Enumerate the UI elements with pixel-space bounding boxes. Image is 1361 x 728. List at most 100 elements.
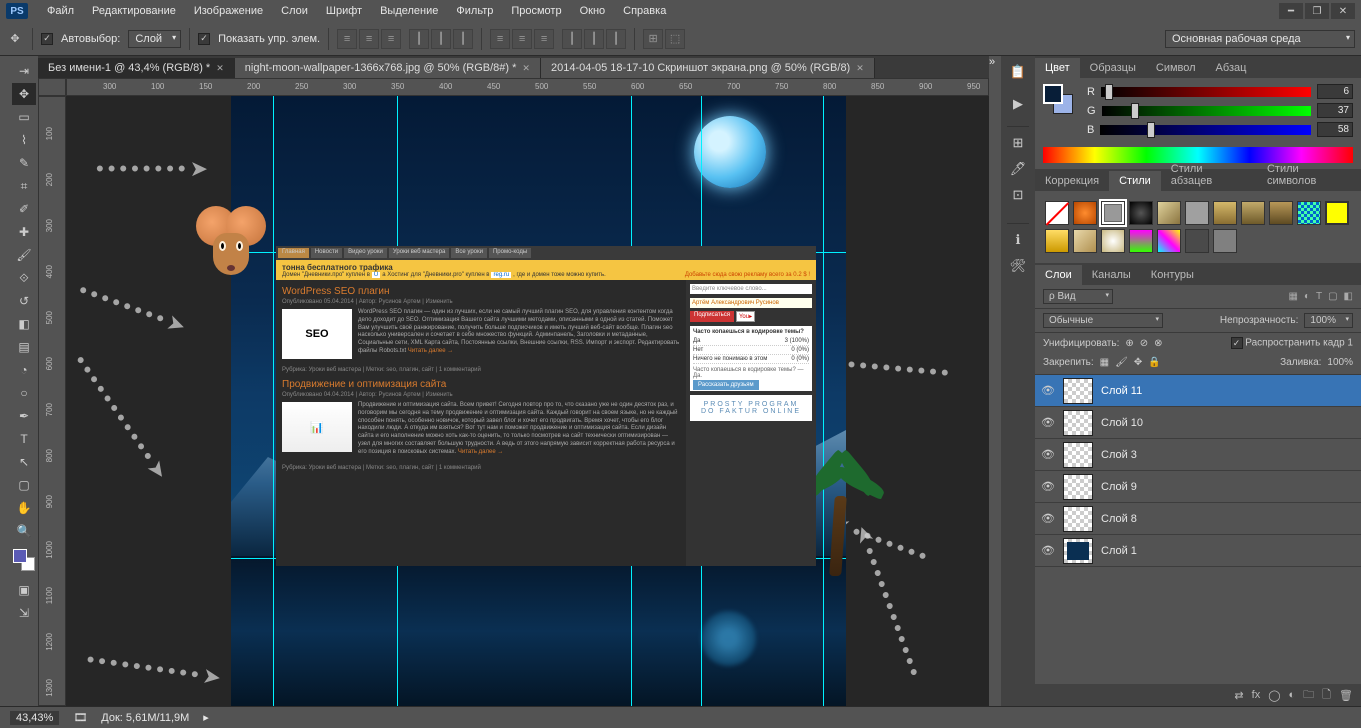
layer-name[interactable]: Слой 8 [1101, 513, 1137, 525]
link-layers-icon[interactable]: ⇄ [1234, 689, 1243, 702]
style-swatch[interactable] [1073, 201, 1097, 225]
lock-pixels-icon[interactable]: 🖌 [1115, 357, 1128, 368]
properties-panel-icon[interactable]: ⊞ [1007, 133, 1029, 153]
distribute-icon[interactable]: ≡ [534, 29, 554, 49]
layer-name[interactable]: Слой 9 [1101, 481, 1137, 493]
canvas[interactable]: ГлавнаяНовостиВидео урокиУроки веб масте… [231, 96, 846, 706]
visibility-toggle[interactable]: 👁 [1041, 384, 1055, 397]
layer-name[interactable]: Слой 3 [1101, 449, 1137, 461]
style-swatch[interactable] [1129, 201, 1153, 225]
auto-align-icon[interactable]: ⊞ [643, 29, 663, 49]
menu-Фильтр[interactable]: Фильтр [447, 5, 502, 17]
style-swatch[interactable] [1157, 201, 1181, 225]
layer-name[interactable]: Слой 1 [1101, 545, 1137, 557]
r-value[interactable]: 6 [1317, 84, 1353, 99]
layer-row[interactable]: 👁Слой 9 [1035, 471, 1361, 503]
close-tab-icon[interactable]: ✕ [522, 63, 530, 74]
screen-mode-toggle[interactable]: ⇲ [12, 602, 36, 624]
menu-Просмотр[interactable]: Просмотр [502, 5, 570, 17]
align-icon[interactable]: ┃ [409, 29, 429, 49]
tab-swatches[interactable]: Образцы [1080, 58, 1146, 78]
hand-tool[interactable]: ✋ [12, 497, 36, 519]
healing-tool[interactable]: ✚ [12, 221, 36, 243]
zoom-tool[interactable]: 🔍 [12, 520, 36, 542]
timeline-icon[interactable]: 🎞 [73, 711, 87, 724]
style-swatch[interactable] [1325, 201, 1349, 225]
ruler-horizontal[interactable]: 5030010015020025030035040045050055060065… [66, 78, 989, 96]
crop-tool[interactable]: ⌗ [12, 175, 36, 197]
style-swatch[interactable] [1213, 229, 1237, 253]
visibility-toggle[interactable]: 👁 [1041, 512, 1055, 525]
blend-mode-select[interactable]: Обычные [1043, 313, 1163, 328]
opacity-value[interactable]: 100% [1304, 313, 1353, 328]
document-tab[interactable]: night-moon-wallpaper-1366x768.jpg @ 50% … [235, 58, 541, 78]
b-slider[interactable] [1100, 125, 1311, 135]
filter-type-icon[interactable]: T [1316, 291, 1322, 302]
visibility-toggle[interactable]: 👁 [1041, 448, 1055, 461]
document-tab[interactable]: Без имени-1 @ 43,4% (RGB/8) *✕ [38, 58, 235, 78]
new-layer-icon[interactable]: 🗋 [1322, 686, 1331, 705]
distribute-icon[interactable]: ┃ [562, 29, 582, 49]
workspace-select[interactable]: Основная рабочая среда [1165, 30, 1355, 48]
info-panel-icon[interactable]: ℹ [1007, 230, 1029, 250]
restore-button[interactable]: ❐ [1305, 3, 1329, 19]
filter-shape-icon[interactable]: ▢ [1328, 291, 1337, 302]
unify-visibility-icon[interactable]: ⊘ [1140, 338, 1148, 349]
menu-Редактирование[interactable]: Редактирование [83, 5, 185, 17]
group-icon[interactable]: 🗀 [1303, 686, 1314, 705]
style-swatch[interactable] [1297, 201, 1321, 225]
history-panel-icon[interactable]: 📋 [1007, 62, 1029, 82]
status-menu-icon[interactable]: ▸ [203, 711, 209, 724]
tab-styles[interactable]: Стили [1109, 171, 1161, 191]
color-swatches[interactable] [13, 549, 35, 571]
fill-value[interactable]: 100% [1327, 357, 1353, 368]
close-tab-icon[interactable]: ✕ [856, 63, 864, 74]
ruler-vertical[interactable]: 1002003004005006007008009001000110012001… [38, 96, 66, 706]
stamp-tool[interactable]: ⟐ [12, 267, 36, 289]
path-select-tool[interactable]: ↖ [12, 451, 36, 473]
lock-position-icon[interactable]: ✥ [1134, 357, 1142, 368]
align-icon[interactable]: ┃ [431, 29, 451, 49]
show-transform-checkbox[interactable] [198, 33, 210, 45]
menu-Изображение[interactable]: Изображение [185, 5, 272, 17]
lock-transparency-icon[interactable]: ▦ [1100, 357, 1109, 368]
layer-thumbnail[interactable] [1063, 378, 1093, 404]
layer-thumbnail[interactable] [1063, 410, 1093, 436]
close-button[interactable]: ✕ [1331, 3, 1355, 19]
layer-mask-icon[interactable]: ◯ [1268, 689, 1280, 702]
layer-row[interactable]: 👁 Слой 3 [1035, 439, 1361, 471]
tab-channels[interactable]: Каналы [1082, 265, 1141, 285]
type-tool[interactable]: T [12, 428, 36, 450]
style-swatch[interactable] [1157, 229, 1181, 253]
distribute-icon[interactable]: ┃ [584, 29, 604, 49]
eyedropper-tool[interactable]: ✐ [12, 198, 36, 220]
autoselect-checkbox[interactable] [41, 33, 53, 45]
3d-mode-icon[interactable]: ⬚ [665, 29, 685, 49]
delete-layer-icon[interactable]: 🗑 [1339, 689, 1353, 702]
fg-bg-swatch[interactable] [1043, 84, 1073, 114]
style-swatch[interactable] [1269, 201, 1293, 225]
style-swatch[interactable] [1241, 201, 1265, 225]
shape-tool[interactable]: ▢ [12, 474, 36, 496]
layer-fx-icon[interactable]: fx [1252, 689, 1261, 701]
style-swatch[interactable] [1073, 229, 1097, 253]
style-swatch[interactable] [1101, 229, 1125, 253]
align-icon[interactable]: ≡ [337, 29, 357, 49]
visibility-toggle[interactable]: 👁 [1041, 416, 1055, 429]
dock-separator[interactable]: » [989, 56, 1001, 706]
menu-Шрифт[interactable]: Шрифт [317, 5, 371, 17]
eraser-tool[interactable]: ◧ [12, 313, 36, 335]
distribute-icon[interactable]: ≡ [490, 29, 510, 49]
align-icon[interactable]: ≡ [359, 29, 379, 49]
filter-pixels-icon[interactable]: ▦ [1288, 291, 1297, 302]
menu-Файл[interactable]: Файл [38, 5, 83, 17]
clone-source-icon[interactable]: ⊡ [1007, 185, 1029, 205]
marquee-tool[interactable]: ▭ [12, 106, 36, 128]
visibility-toggle[interactable]: 👁 [1041, 544, 1055, 557]
style-swatch[interactable] [1101, 201, 1125, 225]
history-brush-tool[interactable]: ↺ [12, 290, 36, 312]
move-tool[interactable]: ✥ [12, 83, 36, 105]
minimize-button[interactable]: ━ [1279, 3, 1303, 19]
layer-name[interactable]: Слой 10 [1101, 417, 1143, 429]
blur-tool[interactable]: ◔ [12, 359, 36, 381]
